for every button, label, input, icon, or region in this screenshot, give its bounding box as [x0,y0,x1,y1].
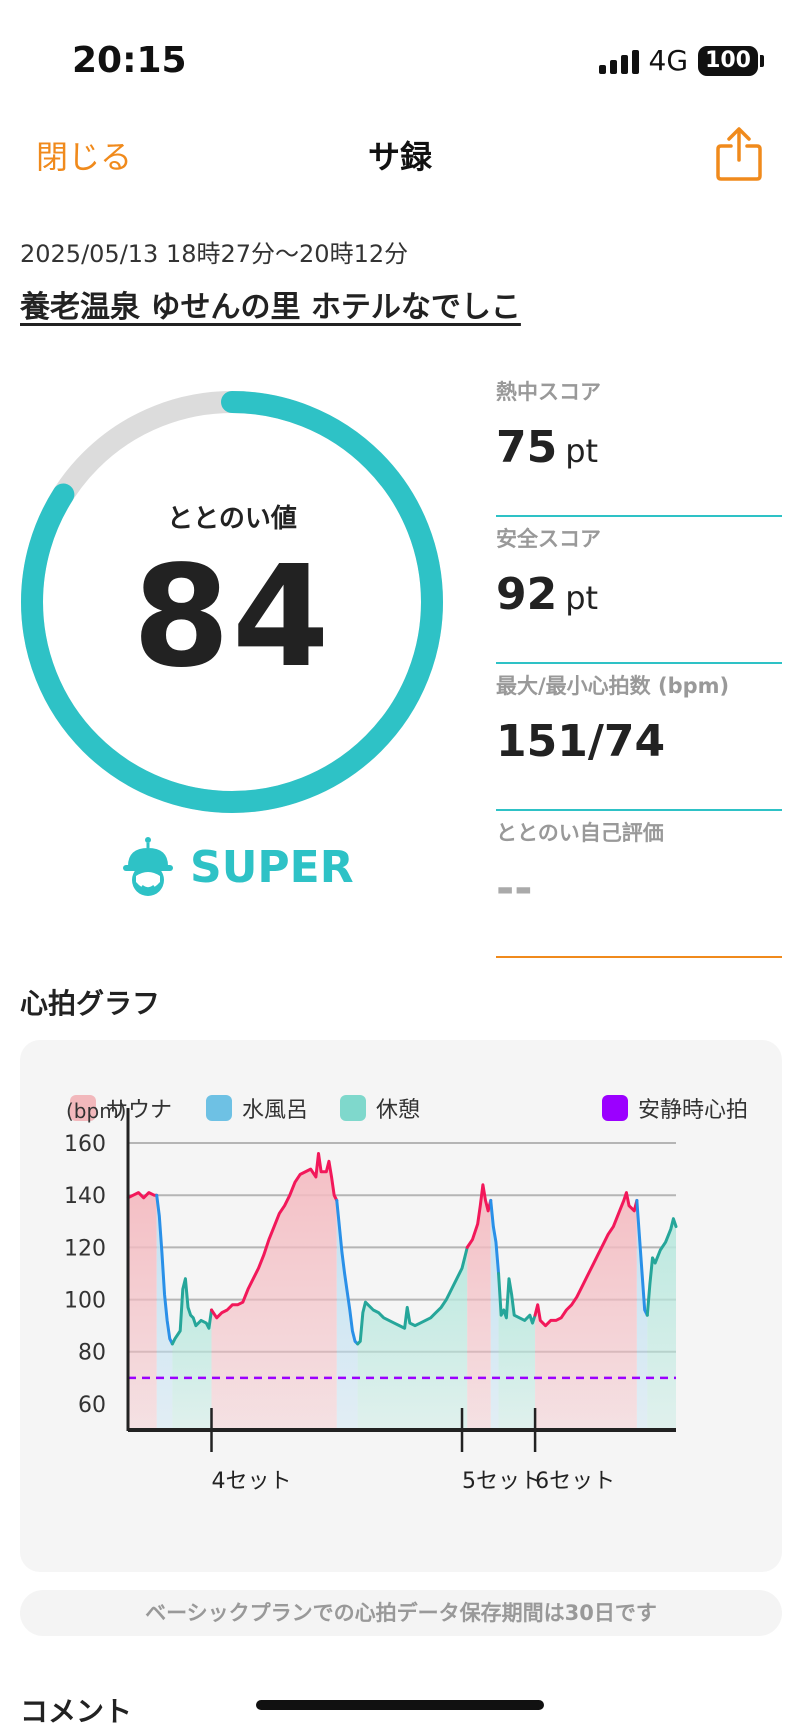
stat-label: 安全スコア [496,527,601,551]
y-tick-label: 80 [78,1341,106,1366]
gauge-value: 84 [132,536,332,699]
page-title: サ録 [367,138,432,176]
stat-value: 151/74 [496,716,666,767]
retention-notice: ベーシックプランでの心拍データ保存期間は30日です [20,1590,782,1636]
stat-heart-rate-range: 最大/最小心拍数 (bpm) 151/74 [496,664,782,811]
status-icons: 4G 100 [598,44,764,77]
set-marker-label: 5セット [462,1469,542,1494]
stat-value: 92 pt [496,569,599,620]
sauna-area [535,1192,637,1430]
y-tick-label: 60 [78,1393,106,1418]
rest-area [172,1278,212,1430]
rest-area [498,1273,536,1430]
battery-level: 100 [698,45,758,76]
helmet-character-icon [120,836,176,898]
totonoi-gauge: ととのい値 84 [16,386,448,818]
score-stats: 熱中スコア 75 pt 安全スコア 92 pt 最大/最小心拍数 (bpm) 151… [496,370,782,958]
stat-safety-score: 安全スコア 92 pt [496,517,782,664]
network-type: 4G [648,44,689,77]
legend-rest: 休憩 [340,1092,420,1124]
status-bar: 20:15 4G 100 [0,0,800,120]
legend-swatch [601,1095,628,1121]
legend-label: 休憩 [376,1098,421,1123]
y-tick-label: 120 [64,1236,106,1261]
legend-resting-hr: 安静時心拍 [601,1092,748,1124]
nav-bar: 閉じる サ録 [0,118,800,190]
sauna-area [128,1192,157,1430]
stat-unit: pt [565,579,599,617]
gauge-label: ととのい値 [167,504,297,534]
legend-label: 安静時心拍 [637,1098,748,1123]
comment-section-title: コメント [20,1695,133,1728]
y-tick-label: 140 [64,1184,106,1209]
share-icon[interactable] [714,126,764,182]
stat-value: -- [496,863,533,914]
legend-swatch [340,1095,366,1121]
home-indicator [256,1700,544,1710]
battery-icon: 100 [698,45,764,76]
y-tick-label: 100 [64,1289,106,1314]
stat-heat-score: 熱中スコア 75 pt [496,370,782,517]
stat-value: 75 pt [496,422,599,473]
legend-swatch [206,1095,232,1121]
y-tick-label: 160 [64,1132,106,1157]
session-datetime: 2025/05/13 18時27分〜20時12分 [20,240,409,268]
facility-link[interactable]: 養老温泉 ゆせんの里 ホテルなでしこ [20,282,521,326]
legend-cold-bath: 水風呂 [206,1092,308,1124]
rank-badge: SUPER [120,836,354,898]
heart-rate-title: 心拍グラフ [20,987,161,1020]
heart-rate-chart: (bpm) 60 80 100 120 140 160 4セット 5セット6セット [64,1099,678,1494]
set-marker-label: 6セット [535,1469,615,1494]
signal-icon [598,48,639,74]
stat-label: 最大/最小心拍数 (bpm) [496,674,730,698]
stat-unit: pt [565,432,599,470]
stat-self-evaluation[interactable]: ととのい自己評価 -- [496,811,782,958]
chart-legend: サウナ 水風呂 休憩 安静時心拍 [70,1092,748,1124]
heart-rate-card: サウナ 水風呂 休憩 安静時心拍 (bpm) 60 80 100 120 140 160 4セ… [20,1040,782,1572]
set-marker-label: 4セット [212,1469,292,1494]
stat-label: ととのい自己評価 [496,821,664,845]
rank-label: SUPER [190,841,354,893]
legend-label: 水風呂 [242,1098,309,1123]
stat-label: 熱中スコア [496,380,601,404]
y-axis-label: (bpm) [66,1099,126,1123]
rest-area [357,1247,468,1430]
status-time: 20:15 [72,40,187,81]
